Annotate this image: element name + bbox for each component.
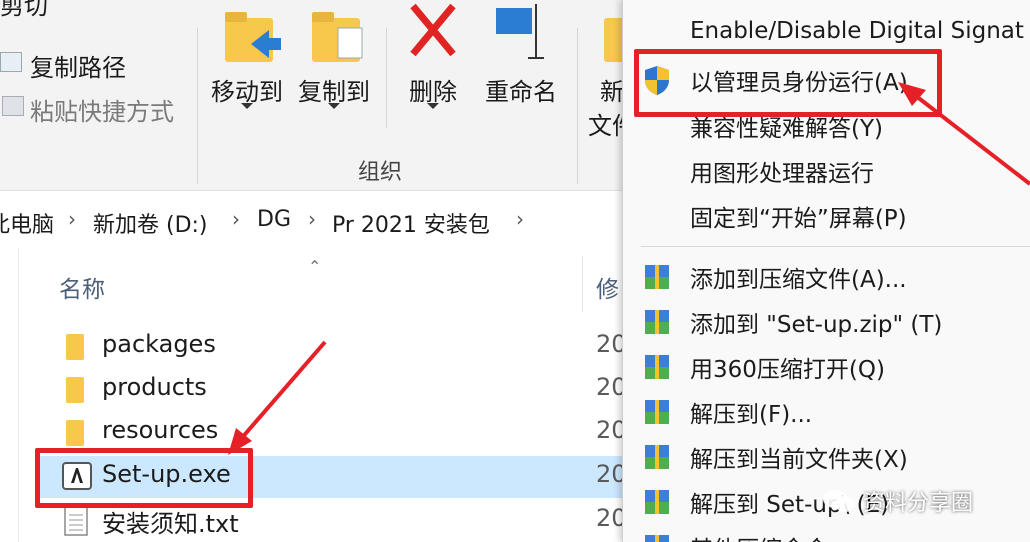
wechat-icon <box>822 488 856 514</box>
watermark: 资料分享圈 <box>822 484 973 517</box>
arrow-to-admin <box>914 94 1030 186</box>
arrow-to-setup <box>238 340 327 442</box>
annotation-arrows <box>228 82 1030 455</box>
